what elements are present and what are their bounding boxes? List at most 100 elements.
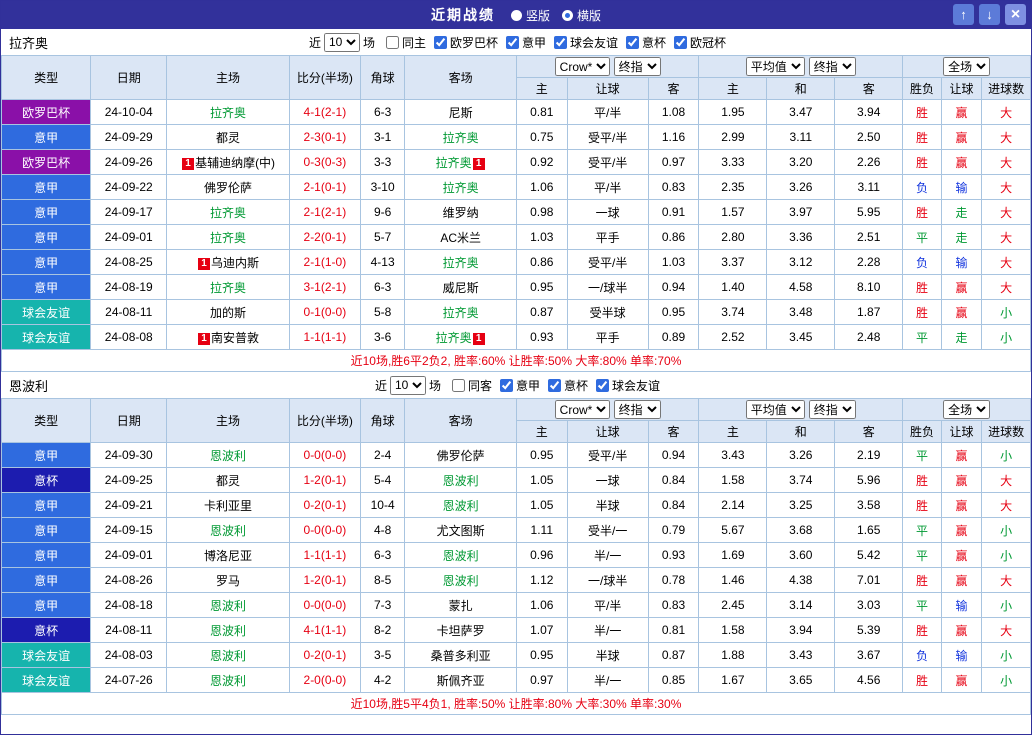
team-link[interactable]: 斯佩齐亚 bbox=[437, 674, 485, 688]
team-link[interactable]: 拉齐奥 bbox=[436, 331, 472, 345]
team-link[interactable]: 拉齐奥 bbox=[210, 281, 246, 295]
team-link[interactable]: 卡坦萨罗 bbox=[437, 624, 485, 638]
handicap-line-cell: 平手 bbox=[567, 325, 648, 350]
corner-cell: 4-13 bbox=[360, 250, 405, 275]
team-link[interactable]: 桑普多利亚 bbox=[431, 649, 491, 663]
team-link[interactable]: 拉齐奥 bbox=[443, 131, 479, 145]
team-link[interactable]: 拉齐奥 bbox=[443, 181, 479, 195]
avg-draw-odds-cell: 3.36 bbox=[767, 225, 835, 250]
team-link[interactable]: 恩波利 bbox=[210, 674, 246, 688]
team-link[interactable]: 恩波利 bbox=[210, 524, 246, 538]
team-link[interactable]: 恩波利 bbox=[210, 599, 246, 613]
team-link[interactable]: 恩波利 bbox=[210, 649, 246, 663]
filter-checkbox-input[interactable] bbox=[500, 379, 513, 392]
team-link[interactable]: 蒙扎 bbox=[449, 599, 473, 613]
competition-badge: 欧罗巴杯 bbox=[2, 150, 91, 175]
handicap-line-cell: 受半/一 bbox=[567, 518, 648, 543]
team-link[interactable]: 乌迪内斯 bbox=[211, 256, 259, 270]
competition-badge: 球会友谊 bbox=[2, 643, 91, 668]
team-link[interactable]: 拉齐奥 bbox=[210, 231, 246, 245]
corner-cell: 3-6 bbox=[360, 325, 405, 350]
team-link[interactable]: 恩波利 bbox=[443, 499, 479, 513]
away-team-cell: 拉齐奥1 bbox=[405, 325, 517, 350]
avg-stage-select[interactable]: 终指 bbox=[809, 400, 856, 419]
match-count-select[interactable]: 10 bbox=[324, 33, 360, 52]
team-link[interactable]: 博洛尼亚 bbox=[204, 549, 252, 563]
team-link[interactable]: 都灵 bbox=[216, 474, 240, 488]
filter-checkbox-4[interactable]: 意杯 bbox=[626, 34, 666, 51]
team-link[interactable]: 拉齐奥 bbox=[443, 256, 479, 270]
filter-checkbox-1[interactable]: 意甲 bbox=[500, 377, 540, 394]
filter-checkbox-input[interactable] bbox=[596, 379, 609, 392]
team-link[interactable]: AC米兰 bbox=[440, 231, 481, 245]
team-link[interactable]: 拉齐奥 bbox=[436, 156, 472, 170]
filter-checkbox-2[interactable]: 意杯 bbox=[548, 377, 588, 394]
home-team-cell: 恩波利 bbox=[167, 668, 290, 693]
filter-checkbox-input[interactable] bbox=[674, 36, 687, 49]
handicap-result-cell: 赢 bbox=[941, 518, 982, 543]
team-link[interactable]: 恩波利 bbox=[443, 474, 479, 488]
match-count-select[interactable]: 10 bbox=[390, 376, 426, 395]
section-header: 拉齐奥近10场同主欧罗巴杯意甲球会友谊意杯欧冠杯 bbox=[1, 29, 1031, 55]
filter-checkbox-5[interactable]: 欧冠杯 bbox=[674, 34, 726, 51]
filter-checkbox-input[interactable] bbox=[554, 36, 567, 49]
team-link[interactable]: 恩波利 bbox=[210, 449, 246, 463]
close-button[interactable]: × bbox=[1005, 4, 1026, 25]
orientation-radio-group: 竖版横版 bbox=[511, 7, 601, 24]
avg-stage-select[interactable]: 终指 bbox=[809, 57, 856, 76]
team-link[interactable]: 卡利亚里 bbox=[204, 499, 252, 513]
filter-checkbox-input[interactable] bbox=[548, 379, 561, 392]
odds-stage-select[interactable]: 终指 bbox=[614, 400, 661, 419]
team-link[interactable]: 佛罗伦萨 bbox=[204, 181, 252, 195]
odds-provider-select[interactable]: Crow* bbox=[555, 57, 610, 76]
team-link[interactable]: 罗马 bbox=[216, 574, 240, 588]
team-link[interactable]: 尤文图斯 bbox=[437, 524, 485, 538]
avg-source-select[interactable]: 平均值 bbox=[746, 57, 805, 76]
avg-home-odds-cell: 1.46 bbox=[699, 568, 767, 593]
avg-source-select[interactable]: 平均值 bbox=[746, 400, 805, 419]
filter-checkbox-input[interactable] bbox=[452, 379, 465, 392]
team-link[interactable]: 恩波利 bbox=[443, 574, 479, 588]
corner-cell: 8-5 bbox=[360, 568, 405, 593]
team-link[interactable]: 拉齐奥 bbox=[210, 106, 246, 120]
filter-checkbox-1[interactable]: 欧罗巴杯 bbox=[434, 34, 498, 51]
team-link[interactable]: 拉齐奥 bbox=[210, 206, 246, 220]
vertical-layout-radio[interactable]: 竖版 bbox=[511, 7, 550, 24]
up-arrow-button[interactable]: ↑ bbox=[953, 4, 974, 25]
filter-checkbox-input[interactable] bbox=[626, 36, 639, 49]
avg-draw-header: 和 bbox=[767, 78, 835, 100]
filter-checkbox-3[interactable]: 球会友谊 bbox=[596, 377, 660, 394]
team-link[interactable]: 威尼斯 bbox=[443, 281, 479, 295]
team-link[interactable]: 都灵 bbox=[216, 131, 240, 145]
team-link[interactable]: 南安普敦 bbox=[211, 331, 259, 345]
team-link[interactable]: 尼斯 bbox=[449, 106, 473, 120]
goals-result-cell: 大 bbox=[982, 175, 1031, 200]
team-link[interactable]: 恩波利 bbox=[443, 549, 479, 563]
horizontal-layout-radio[interactable]: 横版 bbox=[562, 7, 601, 24]
odds-provider-select[interactable]: Crow* bbox=[555, 400, 610, 419]
team-link[interactable]: 加的斯 bbox=[210, 306, 246, 320]
odds-stage-select[interactable]: 终指 bbox=[614, 57, 661, 76]
home-team-cell: 都灵 bbox=[167, 125, 290, 150]
team-link[interactable]: 佛罗伦萨 bbox=[437, 449, 485, 463]
team-link[interactable]: 基辅迪纳摩(中) bbox=[195, 156, 275, 170]
team-link[interactable]: 维罗纳 bbox=[443, 206, 479, 220]
filter-checkbox-input[interactable] bbox=[506, 36, 519, 49]
filter-checkbox-0[interactable]: 同主 bbox=[386, 34, 426, 51]
avg-home-odds-cell: 3.37 bbox=[699, 250, 767, 275]
team-link[interactable]: 恩波利 bbox=[210, 624, 246, 638]
scope-select[interactable]: 全场 bbox=[943, 57, 990, 76]
filter-checkbox-input[interactable] bbox=[434, 36, 447, 49]
handicap-home-odds-cell: 0.97 bbox=[516, 668, 567, 693]
team-link[interactable]: 拉齐奥 bbox=[443, 306, 479, 320]
checkbox-label: 意甲 bbox=[522, 34, 546, 51]
filter-checkbox-input[interactable] bbox=[386, 36, 399, 49]
scope-select[interactable]: 全场 bbox=[943, 400, 990, 419]
filter-checkbox-0[interactable]: 同客 bbox=[452, 377, 492, 394]
filter-checkbox-3[interactable]: 球会友谊 bbox=[554, 34, 618, 51]
match-row: 球会友谊24-07-26恩波利2-0(0-0)4-2斯佩齐亚0.97半/一0.8… bbox=[2, 668, 1031, 693]
down-arrow-button[interactable]: ↓ bbox=[979, 4, 1000, 25]
handicap-odds-group: Crow*终指 bbox=[516, 56, 698, 78]
filter-checkbox-2[interactable]: 意甲 bbox=[506, 34, 546, 51]
handicap-odds-group: Crow*终指 bbox=[516, 399, 698, 421]
